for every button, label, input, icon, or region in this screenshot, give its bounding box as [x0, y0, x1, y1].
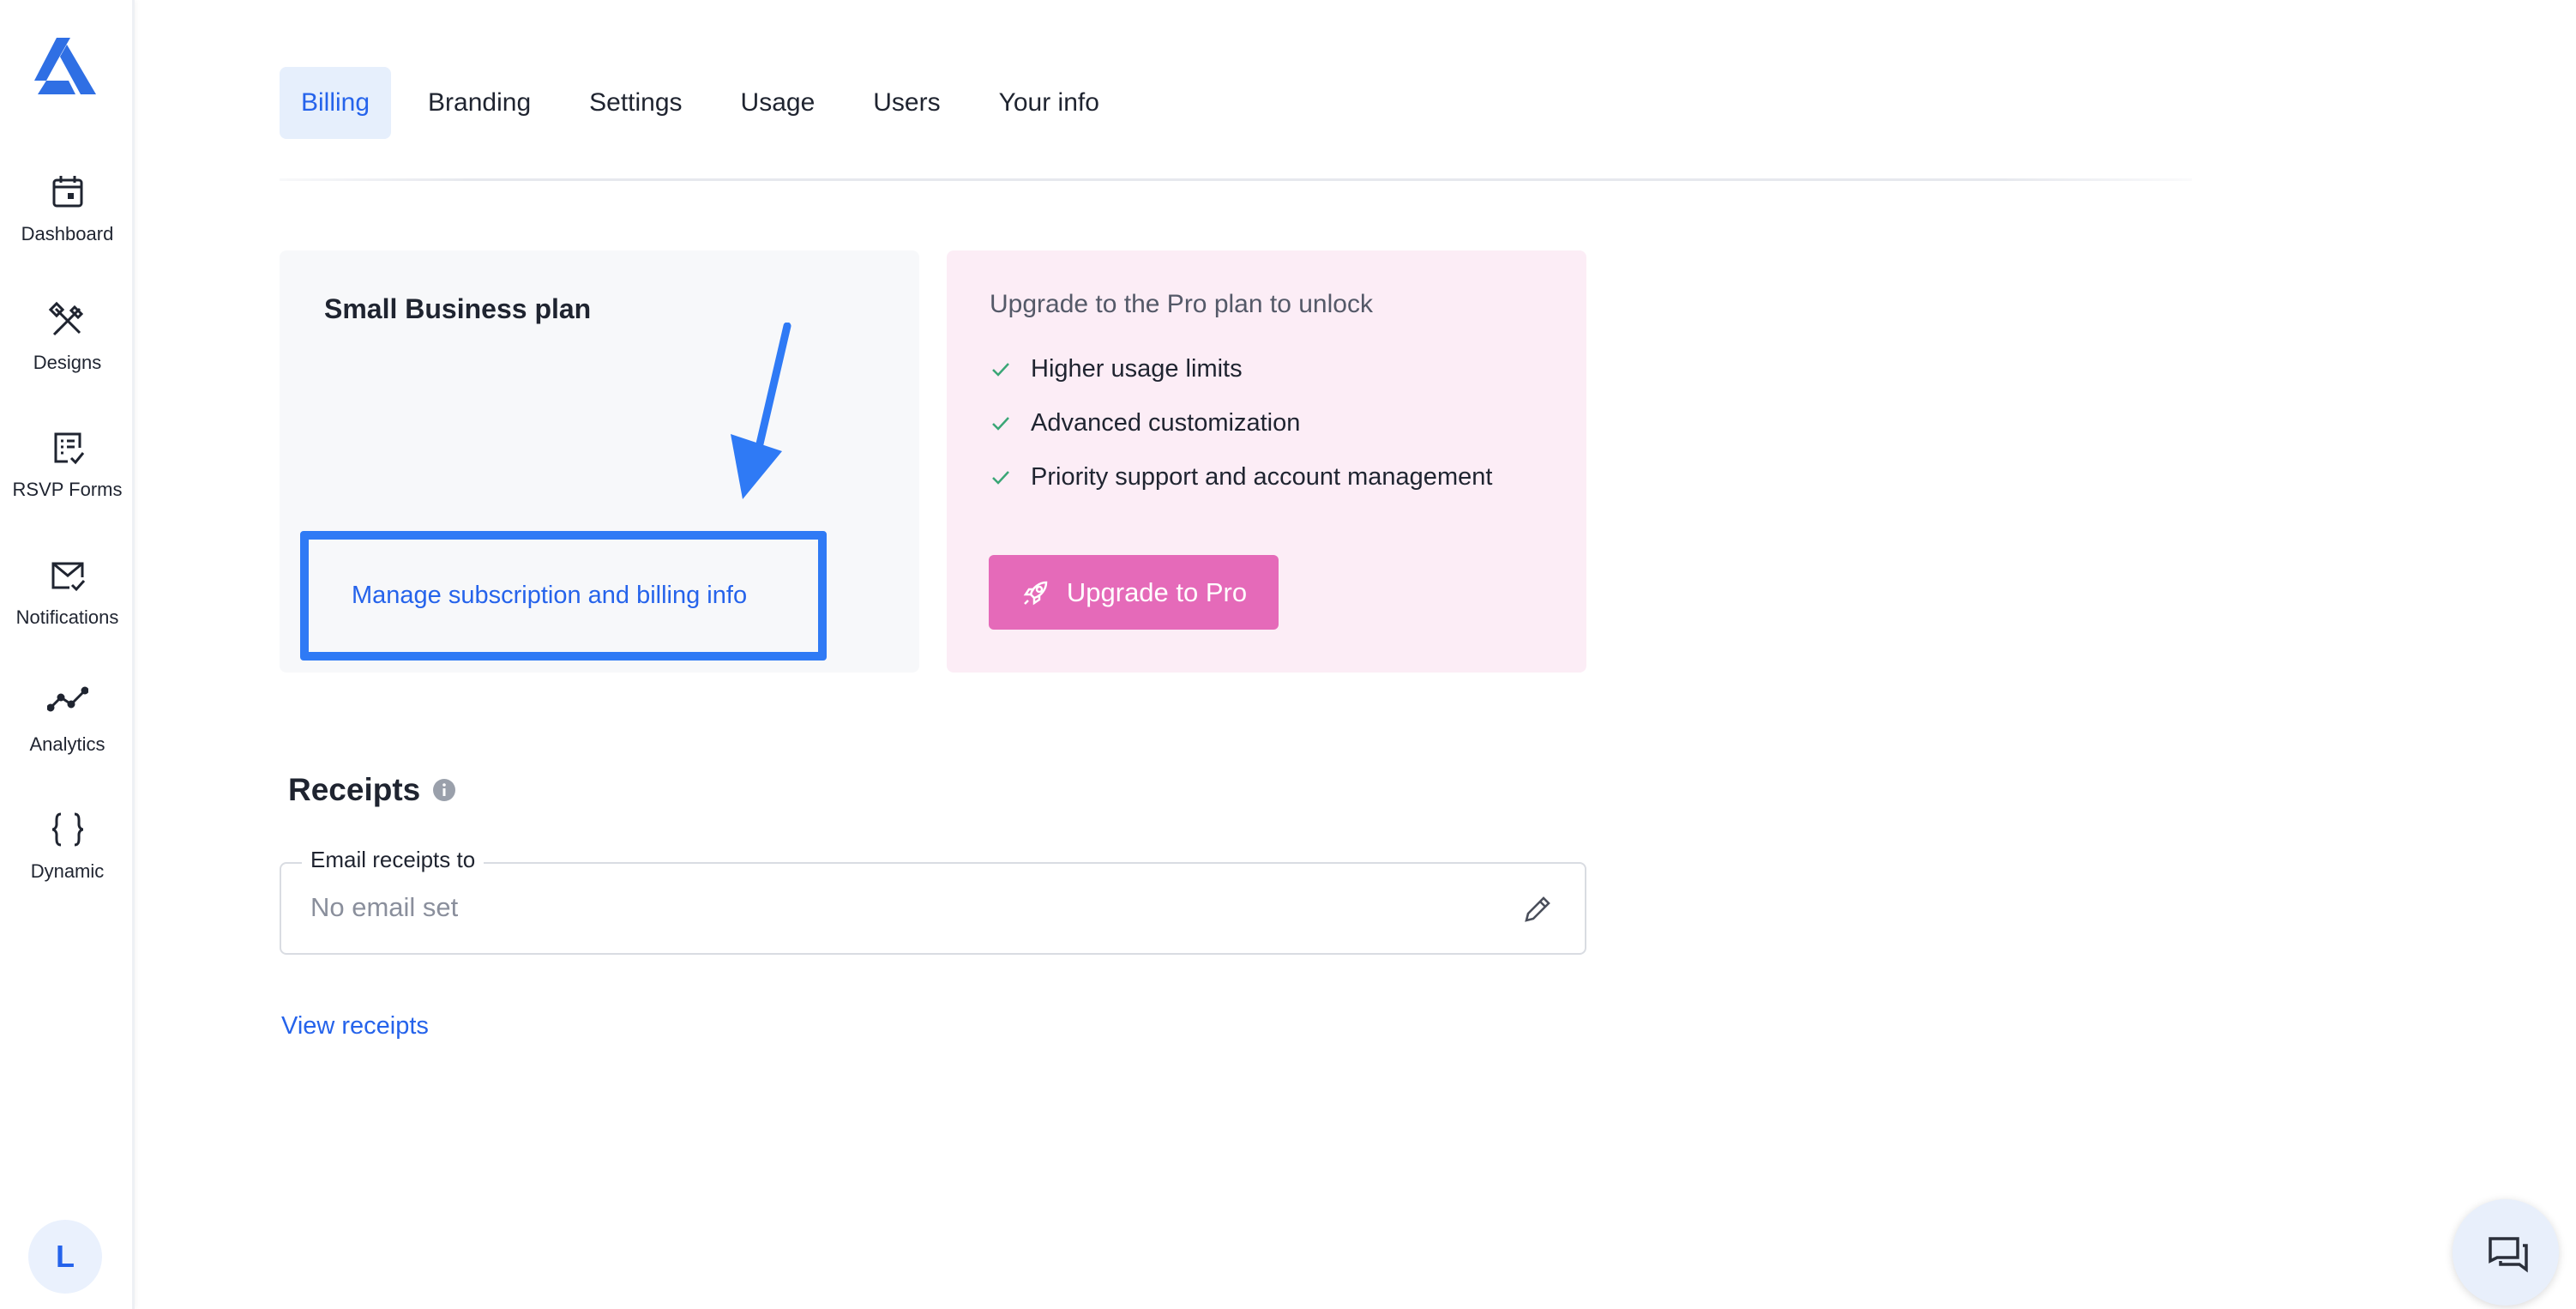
annotation-arrow-icon	[731, 323, 791, 499]
email-receipts-value: No email set	[310, 892, 459, 922]
email-receipts-label: Email receipts to	[302, 847, 485, 873]
tab-billing[interactable]: Billing	[280, 67, 392, 139]
manage-subscription-link[interactable]: Manage subscription and billing info	[352, 582, 747, 610]
tab-your-info[interactable]: Your info	[978, 67, 1121, 139]
feature-label: Higher usage limits	[1031, 355, 1243, 383]
sidebar-item-label: Dashboard	[21, 223, 114, 244]
design-tools-icon	[48, 301, 83, 336]
check-icon	[992, 362, 1009, 377]
sidebar-item-dashboard[interactable]: Dashboard	[0, 172, 135, 245]
upgrade-button-label: Upgrade to Pro	[1066, 576, 1248, 607]
app-root: Dashboard Designs RSVP Forms Notificatio…	[0, 0, 2576, 1309]
view-receipts-link[interactable]: View receipts	[281, 1012, 429, 1041]
sidebar-item-analytics[interactable]: Analytics	[0, 682, 135, 756]
sidebar-item-label: RSVP Forms	[12, 479, 123, 500]
tab-settings[interactable]: Settings	[568, 67, 703, 139]
tabs-divider	[280, 178, 2192, 181]
upgrade-title: Upgrade to the Pro plan to unlock	[990, 290, 1373, 318]
manage-subscription-highlight: Manage subscription and billing info	[300, 531, 827, 661]
sidebar-item-rsvp-forms[interactable]: RSVP Forms	[0, 427, 135, 501]
sidebar-item-label: Designs	[33, 352, 102, 373]
feature-item: Priority support and account management	[990, 463, 1492, 492]
sidebar-item-label: Dynamic	[30, 860, 105, 882]
sidebar-item-label: Notifications	[15, 606, 119, 628]
chat-support-button[interactable]	[2453, 1199, 2559, 1306]
app-logo-icon[interactable]	[34, 38, 96, 94]
info-icon[interactable]	[432, 778, 456, 802]
sidebar-item-label: Analytics	[29, 733, 105, 755]
feature-item: Higher usage limits	[990, 355, 1243, 383]
sidebar-item-dynamic[interactable]: Dynamic	[0, 809, 135, 883]
calendar-icon	[52, 176, 82, 208]
check-icon	[992, 416, 1009, 431]
tab-users[interactable]: Users	[852, 67, 961, 139]
sidebar: Dashboard Designs RSVP Forms Notificatio…	[0, 0, 135, 1309]
pencil-icon[interactable]	[1521, 893, 1554, 926]
tab-branding[interactable]: Branding	[406, 67, 552, 139]
settings-tabs: Billing Branding Settings Usage Users Yo…	[280, 67, 1136, 139]
chat-bubbles-icon	[2489, 1237, 2528, 1273]
feature-item: Advanced customization	[990, 409, 1300, 437]
plan-title: Small Business plan	[324, 293, 592, 324]
current-plan-card: Small Business plan Manage subscription …	[280, 250, 919, 673]
sidebar-item-designs[interactable]: Designs	[0, 300, 135, 374]
rocket-icon	[1023, 581, 1048, 605]
avatar[interactable]: L	[28, 1220, 102, 1294]
envelope-check-icon	[51, 562, 85, 592]
email-receipts-field[interactable]: Email receipts to No email set	[280, 847, 1586, 955]
upgrade-card: Upgrade to the Pro plan to unlock Higher…	[947, 250, 1586, 673]
receipts-title: Receipts	[288, 772, 421, 807]
sidebar-item-notifications[interactable]: Notifications	[0, 555, 135, 629]
tab-usage[interactable]: Usage	[719, 67, 837, 139]
form-check-icon	[54, 432, 84, 465]
check-icon	[992, 470, 1009, 485]
feature-label: Advanced customization	[1031, 409, 1301, 437]
feature-label: Priority support and account management	[1031, 463, 1493, 491]
line-chart-icon	[46, 686, 88, 712]
upgrade-to-pro-button[interactable]: Upgrade to Pro	[989, 555, 1279, 630]
receipts-heading: Receipts	[288, 772, 456, 808]
curly-braces-icon	[51, 812, 83, 847]
